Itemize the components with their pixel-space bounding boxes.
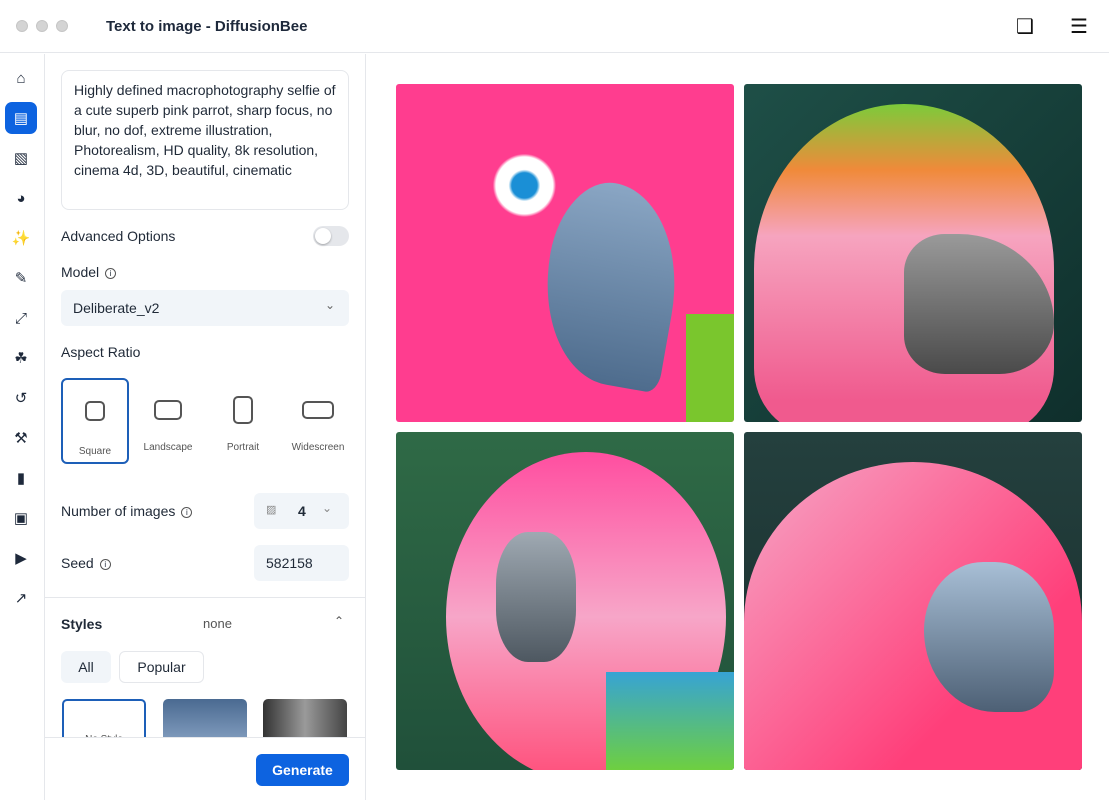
title-bar: Text to image - DiffusionBee ❑ ☰: [0, 0, 1109, 53]
aspect-label: Portrait: [226, 442, 260, 453]
history-icon[interactable]: ↺: [5, 382, 37, 414]
info-icon[interactable]: i: [105, 268, 117, 279]
video-camera-icon[interactable]: ▶: [5, 542, 37, 574]
window-controls: [16, 20, 68, 32]
aspect-widescreen-option[interactable]: Widescreen: [284, 378, 352, 464]
magic-wand-icon[interactable]: ✨: [5, 222, 37, 254]
zoom-window-button[interactable]: [56, 20, 68, 32]
window-title: Text to image - DiffusionBee: [106, 17, 308, 35]
close-window-button[interactable]: [16, 20, 28, 32]
num-images-label: Number of images i: [61, 503, 193, 519]
aspect-square-option[interactable]: Square: [61, 378, 129, 464]
styles-tab-popular[interactable]: Popular: [119, 651, 204, 683]
home-icon[interactable]: ⌂: [5, 62, 37, 94]
landscape-icon: [154, 400, 182, 420]
seed-input[interactable]: 582158: [254, 545, 349, 581]
num-images-label-text: Number of images: [61, 503, 176, 519]
sidebar: ⌂ ▤ ▧ ◕ ✨ ✎ ⤢ ☘ ↺ ⚒ ▮ ▣ ▶ ↗: [0, 54, 45, 800]
hamburger-menu-icon[interactable]: ☰: [1067, 14, 1091, 38]
text-to-image-icon[interactable]: ▤: [5, 102, 37, 134]
hammer-icon[interactable]: ↗: [5, 582, 37, 614]
window-stack-icon[interactable]: ❑: [1013, 14, 1037, 38]
styles-value: none: [203, 616, 232, 631]
portrait-icon: [233, 396, 253, 424]
generated-image[interactable]: [744, 84, 1082, 422]
model-select[interactable]: Deliberate_v2 ⌄: [61, 290, 349, 326]
palette-icon[interactable]: ◕: [5, 182, 37, 214]
num-images-select[interactable]: ▨ 4 ⌄: [254, 493, 349, 529]
image-to-image-icon[interactable]: ▧: [5, 142, 37, 174]
chevron-up-icon[interactable]: ⌃: [334, 614, 344, 628]
styles-tab-all[interactable]: All: [61, 651, 111, 683]
style-thumbnail[interactable]: [163, 699, 247, 739]
generated-image[interactable]: [744, 432, 1082, 770]
advanced-options-label: Advanced Options: [61, 228, 176, 244]
prompt-input[interactable]: Highly defined macrophotography selfie o…: [61, 70, 349, 210]
info-icon[interactable]: i: [99, 559, 111, 570]
image-icon: ▨: [266, 504, 277, 516]
generated-image[interactable]: [396, 84, 734, 422]
square-icon: [85, 401, 105, 421]
tools-icon[interactable]: ⚒: [5, 422, 37, 454]
document-icon[interactable]: ▮: [5, 462, 37, 494]
seed-label: Seed i: [61, 555, 111, 571]
minimize-window-button[interactable]: [36, 20, 48, 32]
aspect-label: Widescreen: [291, 442, 345, 453]
gallery-icon[interactable]: ▣: [5, 502, 37, 534]
styles-label: Styles: [61, 616, 103, 632]
info-icon[interactable]: i: [181, 507, 193, 518]
blend-icon[interactable]: ☘: [5, 342, 37, 374]
model-label: Model i: [61, 264, 117, 280]
model-value: Deliberate_v2: [73, 300, 160, 316]
options-panel: Highly defined macrophotography selfie o…: [45, 54, 366, 800]
expand-icon[interactable]: ⤢: [5, 302, 37, 334]
aspect-label: Landscape: [143, 442, 193, 453]
chevron-down-icon: ⌄: [324, 298, 335, 312]
aspect-portrait-option[interactable]: Portrait: [209, 378, 277, 464]
advanced-options-toggle[interactable]: [313, 226, 349, 246]
num-images-value: 4: [298, 503, 306, 519]
style-no-style[interactable]: No Style: [62, 699, 146, 739]
brush-icon[interactable]: ✎: [5, 262, 37, 294]
divider: [45, 597, 365, 598]
aspect-landscape-option[interactable]: Landscape: [134, 378, 202, 464]
aspect-label: Square: [78, 446, 112, 457]
widescreen-icon: [302, 401, 334, 419]
generate-button[interactable]: Generate: [256, 754, 349, 786]
generated-image[interactable]: [396, 432, 734, 770]
generate-bar: Generate: [45, 737, 365, 800]
style-thumbnail[interactable]: [263, 699, 347, 739]
seed-label-text: Seed: [61, 555, 94, 571]
model-label-text: Model: [61, 264, 100, 280]
aspect-ratio-label: Aspect Ratio: [61, 344, 141, 360]
chevron-down-icon: ⌄: [322, 501, 333, 515]
